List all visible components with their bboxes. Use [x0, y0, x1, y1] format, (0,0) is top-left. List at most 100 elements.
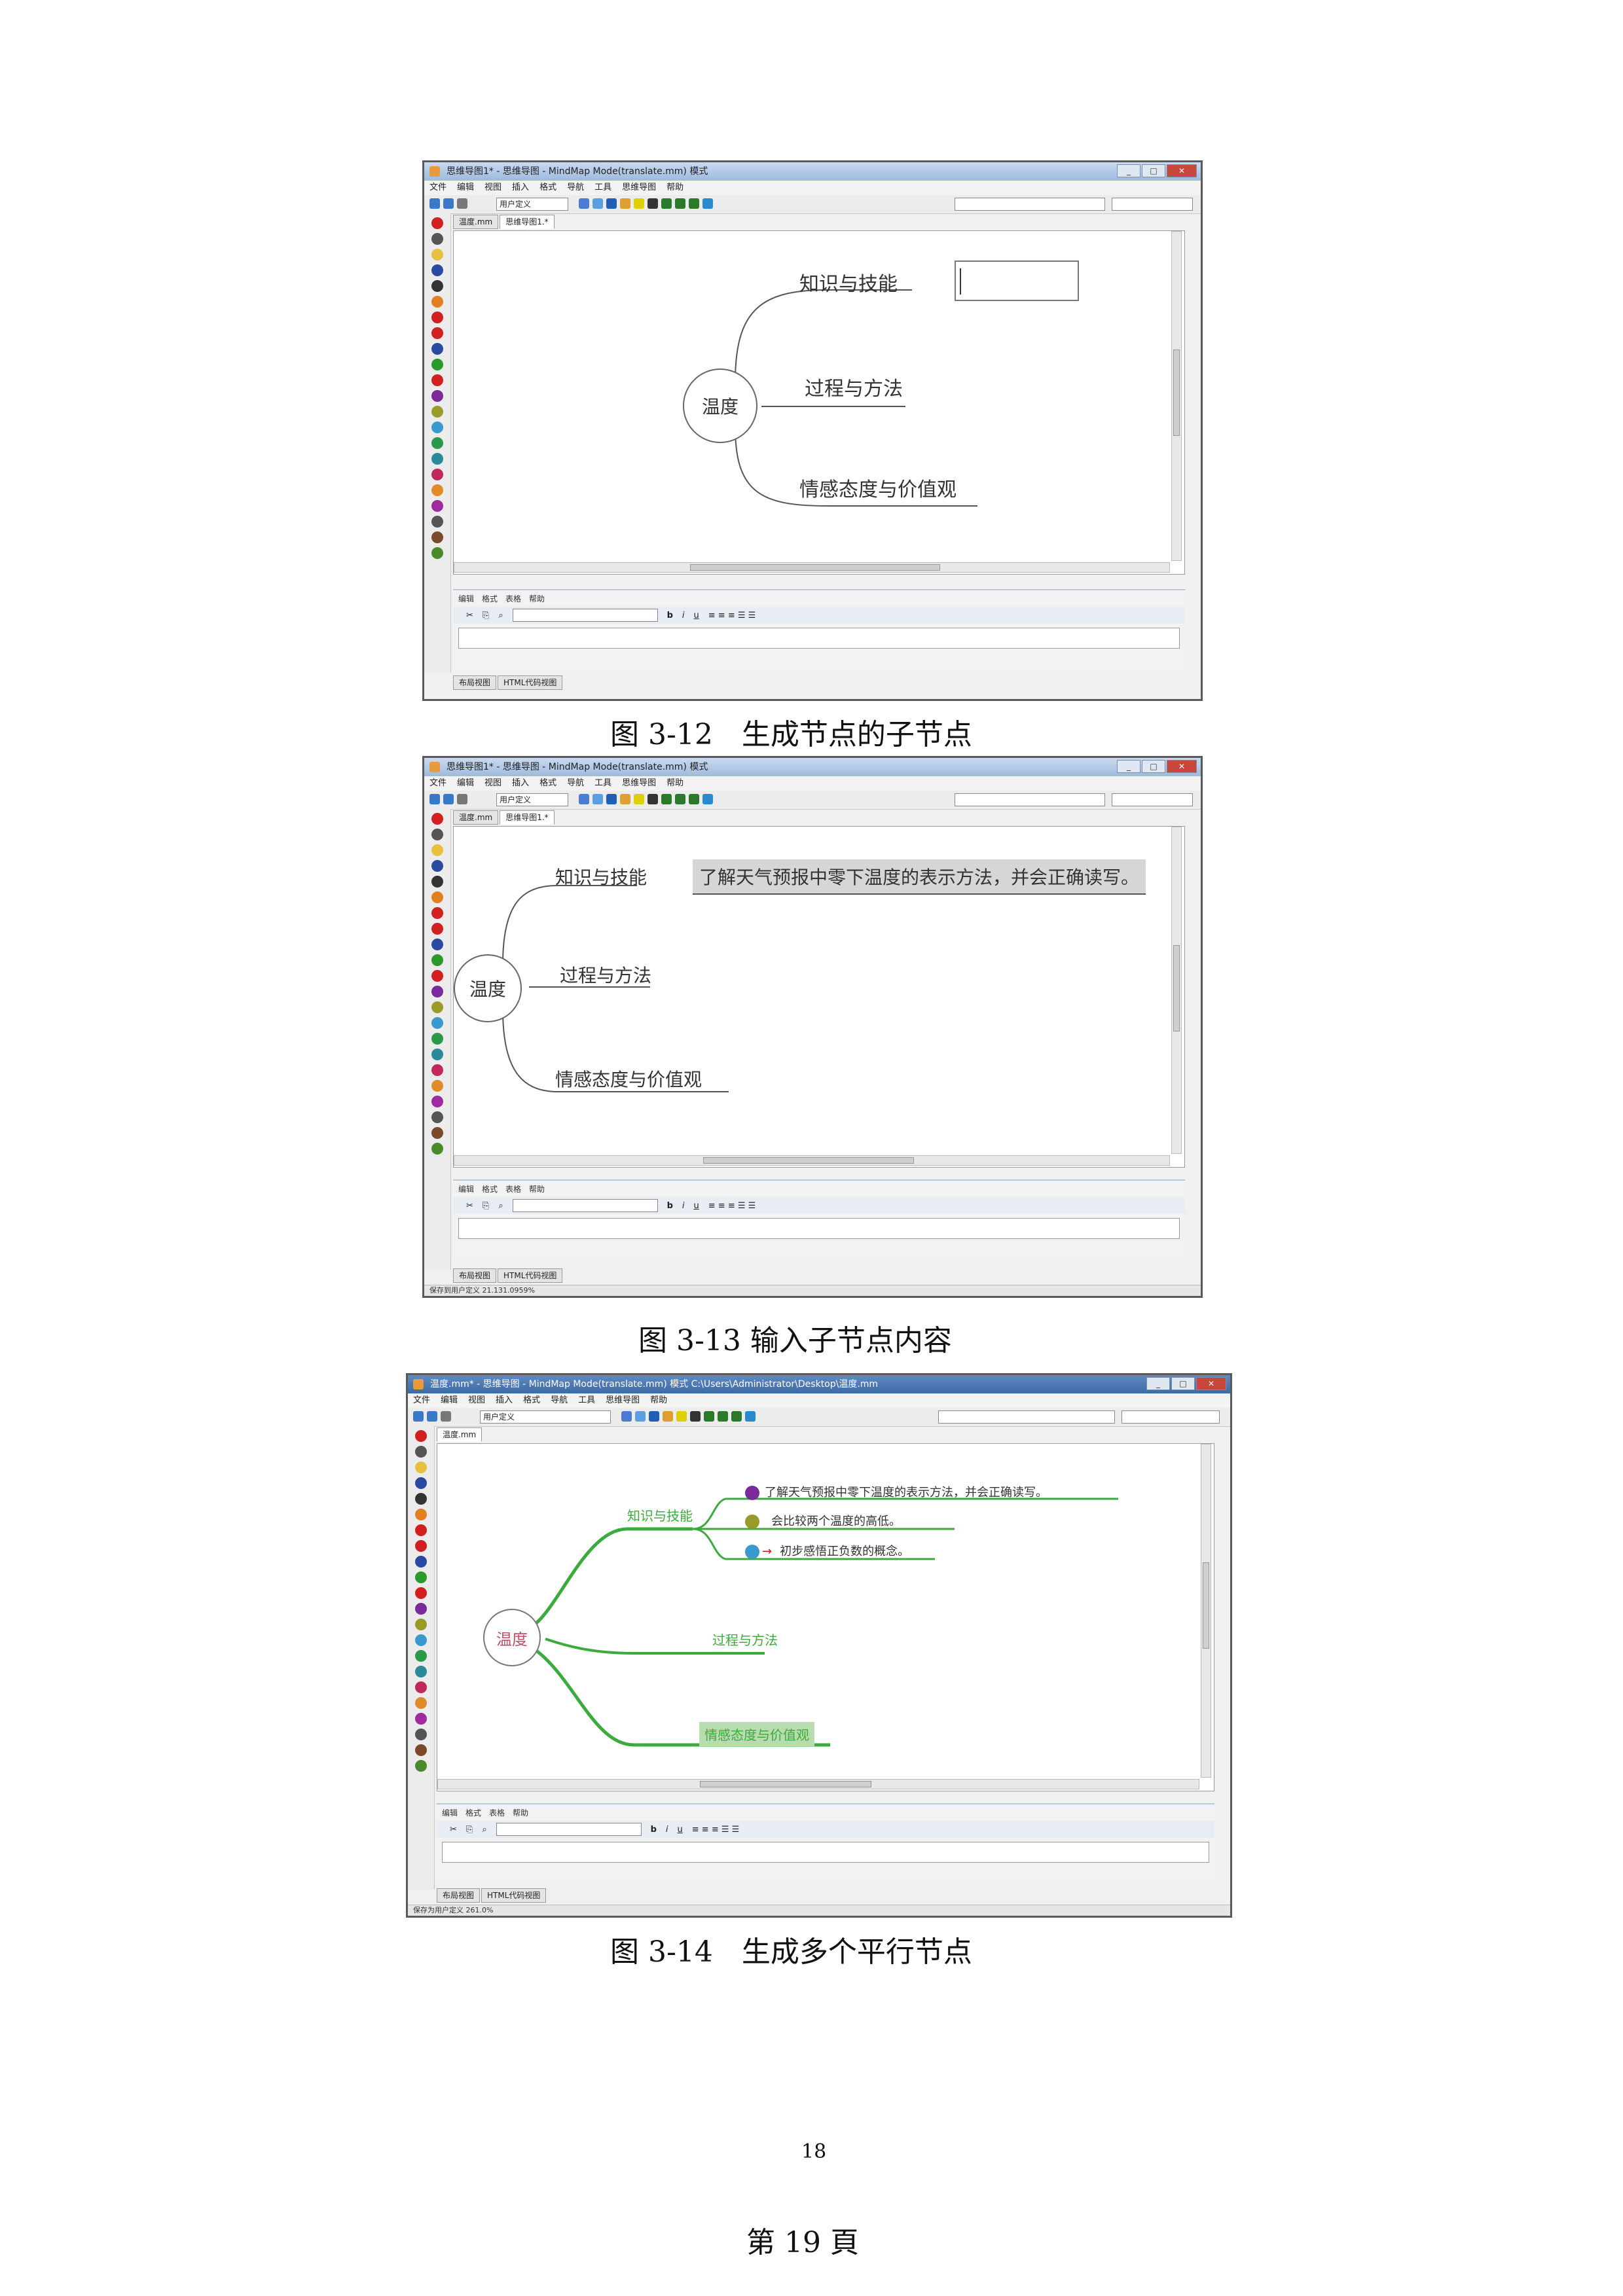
notes-menu-help[interactable]: 帮助 — [513, 1807, 528, 1818]
num6-icon[interactable] — [431, 469, 443, 480]
menu-help[interactable]: 帮助 — [666, 776, 684, 791]
close-icon[interactable]: ✕ — [1196, 1377, 1226, 1390]
forward-icon[interactable] — [427, 1411, 437, 1422]
node-process-method[interactable]: 过程与方法 — [560, 961, 651, 988]
underline-icon[interactable]: u — [694, 1201, 699, 1211]
search-icon[interactable]: ⌕ — [498, 1201, 503, 1211]
close-icon[interactable]: ✕ — [1167, 760, 1197, 773]
close-icon[interactable]: ✕ — [1167, 164, 1197, 177]
bold-icon[interactable] — [690, 1411, 701, 1422]
arrow-icon[interactable] — [704, 1411, 714, 1422]
save-icon[interactable] — [635, 1411, 646, 1422]
warning-icon[interactable] — [431, 296, 443, 308]
tab-layout-view[interactable]: 布局视图 — [453, 675, 497, 690]
clip-icon[interactable] — [415, 1760, 427, 1772]
menu-file[interactable]: 文件 — [429, 181, 447, 195]
num6-icon[interactable] — [415, 1681, 427, 1693]
info-icon[interactable] — [415, 1556, 427, 1568]
size-select[interactable] — [1112, 198, 1193, 211]
vertical-scrollbar[interactable] — [1201, 1444, 1211, 1778]
notes-text-area[interactable] — [442, 1842, 1209, 1863]
bulb-icon[interactable] — [431, 249, 443, 260]
num8-icon[interactable] — [431, 500, 443, 512]
align-icons[interactable]: ≡ ≡ ≡ ☰ ☰ — [708, 1201, 756, 1211]
open-icon[interactable] — [579, 198, 589, 209]
save-icon[interactable] — [593, 794, 603, 804]
clip-icon[interactable] — [431, 547, 443, 559]
num5-icon[interactable] — [431, 1049, 443, 1060]
align-icons[interactable]: ≡ ≡ ≡ ☰ ☰ — [708, 611, 756, 620]
vertical-thumb[interactable] — [1203, 1562, 1209, 1649]
menu-navigate[interactable]: 导航 — [551, 1393, 568, 1408]
copy-icon[interactable]: ⎘ — [483, 611, 489, 620]
undo-icon[interactable] — [606, 198, 617, 209]
horizontal-scrollbar[interactable] — [454, 562, 1170, 573]
horizontal-scrollbar[interactable] — [437, 1779, 1199, 1789]
copy-icon[interactable]: ⎘ — [466, 1825, 473, 1835]
cut-icon[interactable] — [620, 198, 630, 209]
font-select[interactable] — [955, 198, 1105, 211]
menu-view[interactable]: 视图 — [484, 776, 501, 791]
back-icon[interactable] — [429, 794, 440, 804]
menu-insert[interactable]: 插入 — [512, 181, 529, 195]
horizontal-scrollbar[interactable] — [454, 1155, 1170, 1166]
exclaim-icon[interactable] — [431, 280, 443, 292]
node-edit-box[interactable] — [955, 260, 1079, 301]
style-select[interactable]: 用户定义 — [496, 793, 568, 806]
flag-icon[interactable] — [431, 531, 443, 543]
stop-icon-2[interactable] — [415, 1540, 427, 1552]
menu-format[interactable]: 格式 — [539, 181, 556, 195]
check-icon[interactable] — [431, 359, 443, 370]
menu-format[interactable]: 格式 — [539, 776, 556, 791]
num8-icon[interactable] — [415, 1713, 427, 1725]
search-icon[interactable]: ⌕ — [482, 1825, 486, 1835]
minimize-icon[interactable]: _ — [1117, 760, 1140, 773]
italic-icon[interactable]: i — [682, 611, 685, 620]
notes-menu-help[interactable]: 帮助 — [529, 593, 545, 604]
menu-view[interactable]: 视图 — [484, 181, 501, 195]
node-icon[interactable] — [689, 794, 699, 804]
num2-icon[interactable] — [431, 406, 443, 418]
delete-icon[interactable] — [415, 1430, 427, 1442]
cross-icon[interactable] — [415, 1587, 427, 1599]
cut-icon[interactable]: ✂ — [466, 611, 473, 620]
menu-mindmap[interactable]: 思维导图 — [622, 181, 656, 195]
cut-icon[interactable] — [663, 1411, 673, 1422]
num4-icon[interactable] — [415, 1650, 427, 1662]
num7-icon[interactable] — [431, 484, 443, 496]
stop-icon[interactable] — [431, 312, 443, 323]
num1-icon[interactable] — [415, 1603, 427, 1615]
arrow-icon-2[interactable] — [675, 198, 685, 209]
doc-icon[interactable] — [431, 829, 443, 840]
mindmap-canvas[interactable]: 温度 知识与技能 过程与方法 情感态度与价值观 了解天气预报中零下温度的表示方法… — [437, 1443, 1214, 1791]
tab-html-view[interactable]: HTML代码视图 — [498, 675, 563, 690]
size-select[interactable] — [1122, 1410, 1220, 1424]
menu-edit[interactable]: 编辑 — [441, 1393, 458, 1408]
undo-icon[interactable] — [649, 1411, 659, 1422]
node-edited-content[interactable]: 了解天气预报中零下温度的表示方法，并会正确读写。 — [693, 859, 1146, 895]
vertical-thumb[interactable] — [1173, 945, 1180, 1031]
tab-temperature[interactable]: 温度.mm — [437, 1427, 483, 1442]
num3-icon[interactable] — [415, 1634, 427, 1646]
question-icon[interactable] — [415, 1477, 427, 1489]
menu-insert[interactable]: 插入 — [512, 776, 529, 791]
menu-file[interactable]: 文件 — [429, 776, 447, 791]
idea-icon[interactable] — [634, 794, 644, 804]
maximize-icon[interactable]: □ — [1171, 1377, 1195, 1390]
tab-mindmap1[interactable]: 思维导图1.* — [500, 810, 555, 825]
bulb-icon[interactable] — [431, 844, 443, 856]
align-icons[interactable]: ≡ ≡ ≡ ☰ ☰ — [692, 1825, 740, 1835]
question-icon[interactable] — [431, 860, 443, 872]
num9-icon[interactable] — [415, 1729, 427, 1740]
arrow-icon[interactable] — [661, 198, 672, 209]
num5-icon[interactable] — [415, 1666, 427, 1677]
add-icon[interactable] — [702, 794, 713, 804]
notes-menu-table[interactable]: 表格 — [489, 1807, 505, 1818]
arrow-icon-2[interactable] — [718, 1411, 728, 1422]
num3-icon[interactable] — [431, 422, 443, 433]
italic-icon[interactable]: i — [666, 1825, 668, 1835]
num4-icon[interactable] — [431, 1033, 443, 1045]
menu-mindmap[interactable]: 思维导图 — [606, 1393, 640, 1408]
add-icon[interactable] — [745, 1411, 756, 1422]
open-icon[interactable] — [579, 794, 589, 804]
